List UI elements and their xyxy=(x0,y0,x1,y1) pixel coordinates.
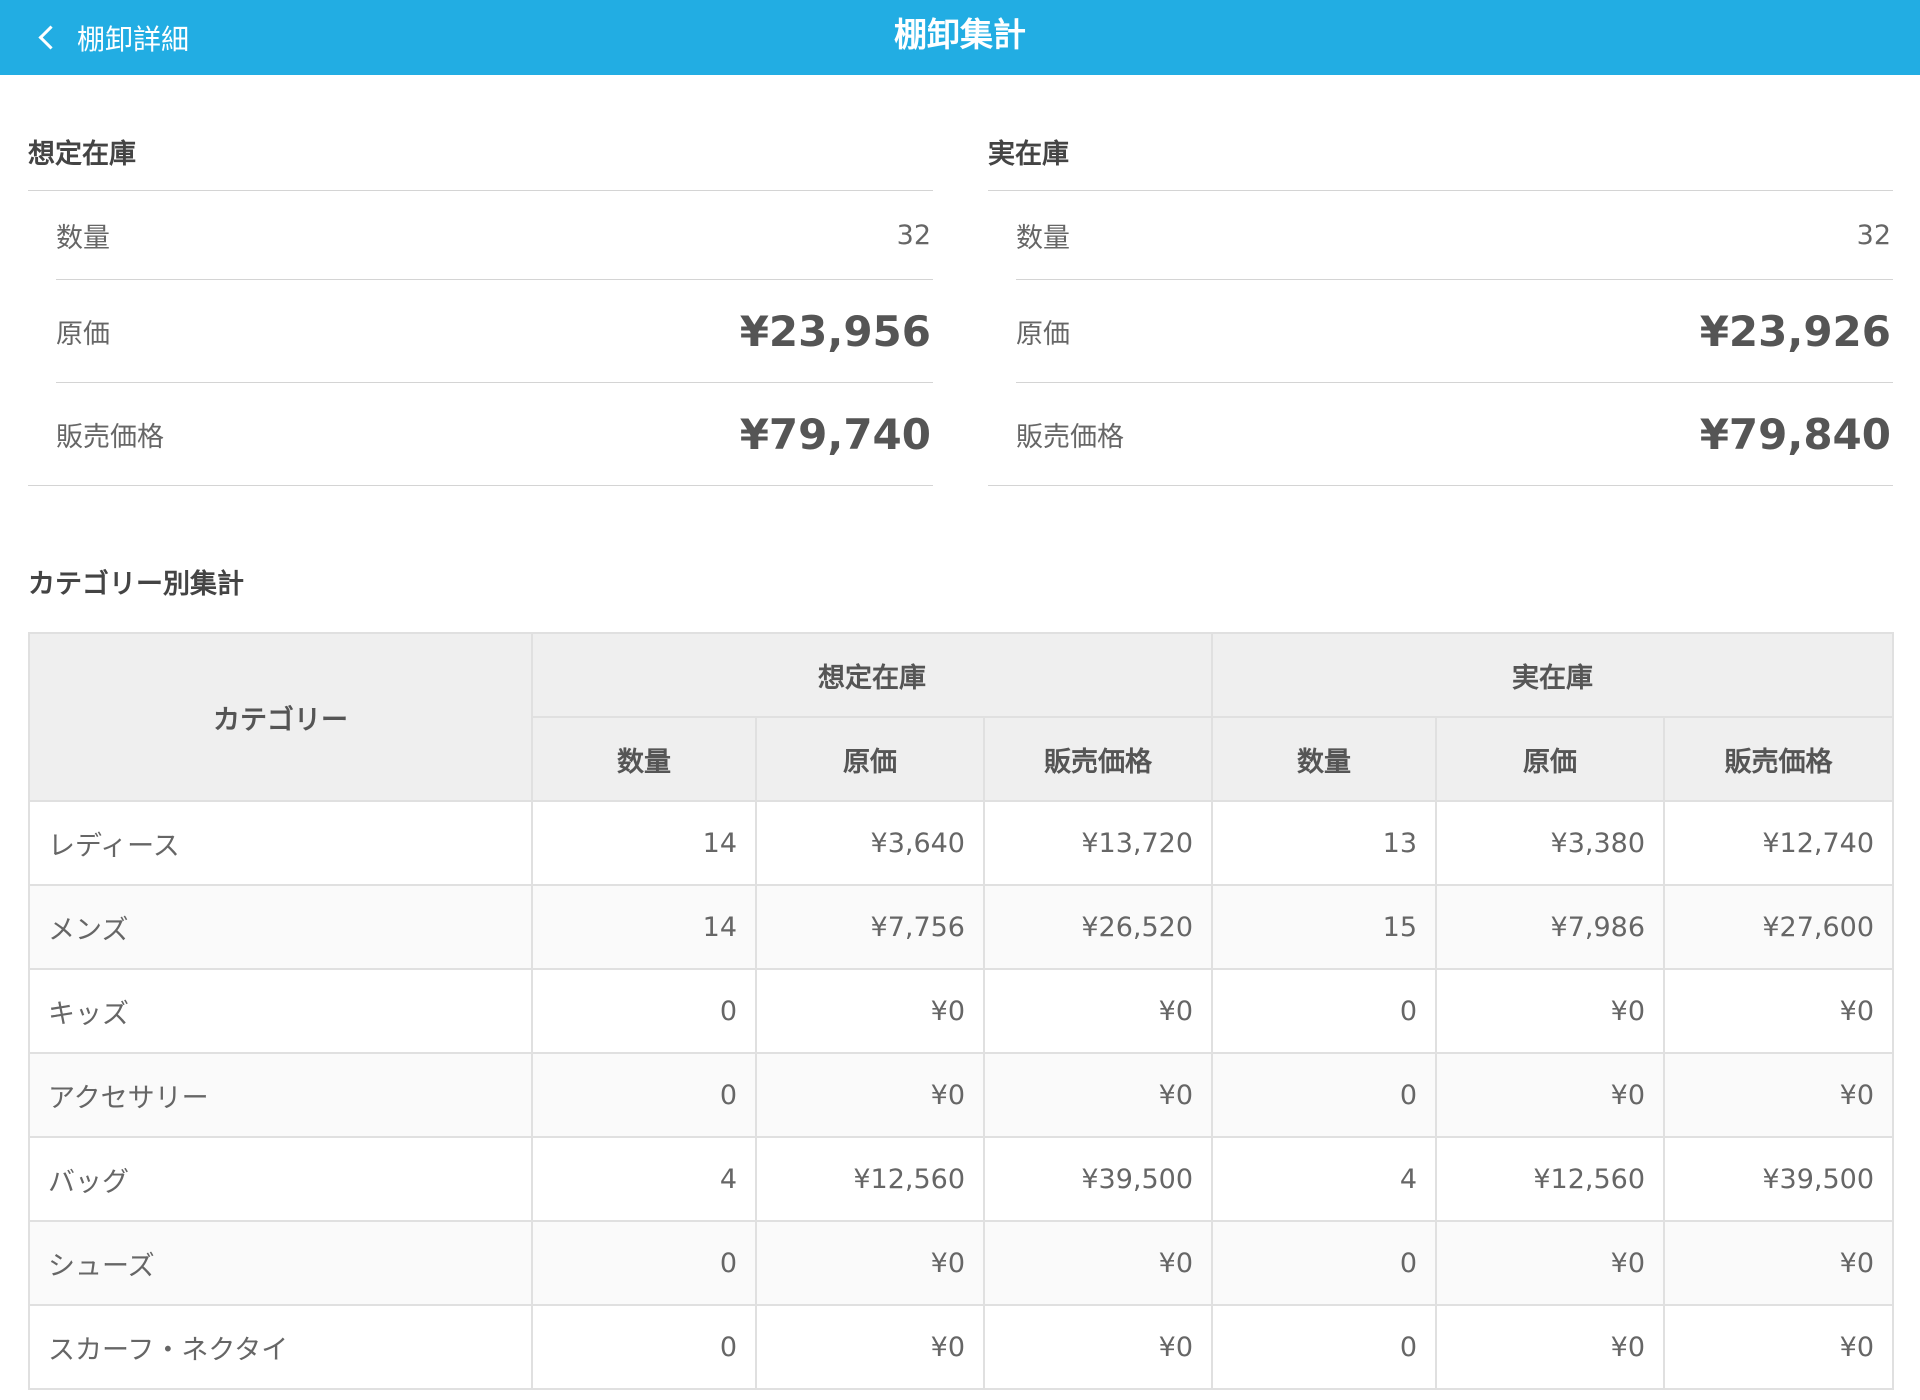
expected-cost-cell: ¥0 xyxy=(755,1220,985,1306)
category-name: レディース xyxy=(28,800,533,886)
actual-price-value: ¥79,840 xyxy=(1699,409,1891,459)
category-summary-table: カテゴリー 想定在庫 実在庫 数量 原価 販売価格 数量 原価 販売価格 レディ… xyxy=(28,632,1895,1390)
table-row: スカーフ・ネクタイ 0 ¥0 ¥0 0 ¥0 ¥0 xyxy=(28,1304,1895,1390)
header-actual-cost: 原価 xyxy=(1435,716,1666,802)
expected-cost-cell: ¥0 xyxy=(755,968,985,1054)
table-row: バッグ 4 ¥12,560 ¥39,500 4 ¥12,560 ¥39,500 xyxy=(28,1136,1895,1222)
expected-qty-cell: 14 xyxy=(531,884,757,970)
actual-price-cell: ¥12,740 xyxy=(1663,800,1895,886)
actual-price-cell: ¥0 xyxy=(1663,1052,1895,1138)
actual-qty-cell: 13 xyxy=(1211,800,1438,886)
expected-price-cell: ¥39,500 xyxy=(982,1136,1214,1222)
header-actual-qty: 数量 xyxy=(1211,716,1438,802)
actual-cost-label: 原価 xyxy=(1016,318,1070,350)
expected-price-row: 販売価格 ¥79,740 xyxy=(28,383,933,486)
expected-price-cell: ¥0 xyxy=(982,1052,1214,1138)
expected-qty-cell: 0 xyxy=(531,968,757,1054)
actual-qty-cell: 0 xyxy=(1211,968,1438,1054)
expected-price-value: ¥79,740 xyxy=(739,409,931,459)
header-actual-group: 実在庫 xyxy=(1211,632,1895,718)
actual-cost-value: ¥23,926 xyxy=(1699,306,1891,356)
actual-cost-cell: ¥7,986 xyxy=(1435,884,1666,970)
expected-qty-cell: 0 xyxy=(531,1304,757,1390)
category-name: シューズ xyxy=(28,1220,533,1306)
expected-qty-value: 32 xyxy=(896,219,931,251)
actual-qty-cell: 0 xyxy=(1211,1304,1438,1390)
actual-qty-cell: 15 xyxy=(1211,884,1438,970)
category-name: スカーフ・ネクタイ xyxy=(28,1304,533,1390)
expected-qty-row: 数量 32 xyxy=(56,191,933,280)
actual-price-cell: ¥0 xyxy=(1663,968,1895,1054)
expected-cost-cell: ¥3,640 xyxy=(755,800,985,886)
expected-cost-row: 原価 ¥23,956 xyxy=(56,280,933,383)
header-expected-qty: 数量 xyxy=(531,716,757,802)
actual-inventory-panel: 実在庫 数量 32 原価 ¥23,926 販売価格 ¥79,840 xyxy=(988,130,1893,486)
expected-price-cell: ¥0 xyxy=(982,1304,1214,1390)
actual-qty-value: 32 xyxy=(1856,219,1891,251)
actual-cost-cell: ¥0 xyxy=(1435,1052,1666,1138)
navigation-bar: 棚卸詳細 棚卸集計 xyxy=(0,0,1920,75)
actual-price-cell: ¥27,600 xyxy=(1663,884,1895,970)
header-expected-cost: 原価 xyxy=(755,716,985,802)
table-row: メンズ 14 ¥7,756 ¥26,520 15 ¥7,986 ¥27,600 xyxy=(28,884,1895,970)
category-summary-title: カテゴリー別集計 xyxy=(28,569,244,600)
actual-qty-cell: 0 xyxy=(1211,1052,1438,1138)
expected-qty-cell: 0 xyxy=(531,1220,757,1306)
actual-price-cell: ¥0 xyxy=(1663,1220,1895,1306)
actual-cost-cell: ¥0 xyxy=(1435,1304,1666,1390)
expected-price-cell: ¥0 xyxy=(982,1220,1214,1306)
header-expected-group: 想定在庫 xyxy=(530,632,1214,718)
header-expected-price: 販売価格 xyxy=(982,716,1214,802)
actual-price-label: 販売価格 xyxy=(1016,421,1124,453)
actual-price-row: 販売価格 ¥79,840 xyxy=(988,383,1893,486)
expected-inventory-title: 想定在庫 xyxy=(28,130,933,191)
expected-price-label: 販売価格 xyxy=(56,421,164,453)
actual-cost-row: 原価 ¥23,926 xyxy=(1016,280,1893,383)
expected-qty-cell: 4 xyxy=(531,1136,757,1222)
expected-inventory-panel: 想定在庫 数量 32 原価 ¥23,956 販売価格 ¥79,740 xyxy=(28,130,933,486)
actual-qty-row: 数量 32 xyxy=(1016,191,1893,280)
header-category: カテゴリー xyxy=(28,632,533,802)
expected-price-cell: ¥13,720 xyxy=(982,800,1214,886)
actual-price-cell: ¥39,500 xyxy=(1663,1136,1895,1222)
expected-cost-cell: ¥0 xyxy=(755,1304,985,1390)
expected-qty-cell: 14 xyxy=(531,800,757,886)
actual-qty-cell: 0 xyxy=(1211,1220,1438,1306)
actual-cost-cell: ¥3,380 xyxy=(1435,800,1666,886)
category-name: メンズ xyxy=(28,884,533,970)
expected-qty-label: 数量 xyxy=(56,222,110,254)
actual-price-cell: ¥0 xyxy=(1663,1304,1895,1390)
actual-inventory-title: 実在庫 xyxy=(988,130,1893,191)
table-row: シューズ 0 ¥0 ¥0 0 ¥0 ¥0 xyxy=(28,1220,1895,1306)
category-name: キッズ xyxy=(28,968,533,1054)
expected-cost-cell: ¥7,756 xyxy=(755,884,985,970)
expected-cost-value: ¥23,956 xyxy=(739,306,931,356)
expected-price-cell: ¥0 xyxy=(982,968,1214,1054)
category-name: バッグ xyxy=(28,1136,533,1222)
table-row: キッズ 0 ¥0 ¥0 0 ¥0 ¥0 xyxy=(28,968,1895,1054)
expected-cost-label: 原価 xyxy=(56,318,110,350)
expected-qty-cell: 0 xyxy=(531,1052,757,1138)
header-actual-price: 販売価格 xyxy=(1663,716,1895,802)
actual-cost-cell: ¥0 xyxy=(1435,1220,1666,1306)
table-row: アクセサリー 0 ¥0 ¥0 0 ¥0 ¥0 xyxy=(28,1052,1895,1138)
expected-cost-cell: ¥0 xyxy=(755,1052,985,1138)
actual-cost-cell: ¥12,560 xyxy=(1435,1136,1666,1222)
expected-price-cell: ¥26,520 xyxy=(982,884,1214,970)
page-title: 棚卸集計 xyxy=(894,15,1026,54)
actual-qty-label: 数量 xyxy=(1016,222,1070,254)
actual-qty-cell: 4 xyxy=(1211,1136,1438,1222)
table-row: レディース 14 ¥3,640 ¥13,720 13 ¥3,380 ¥12,74… xyxy=(28,800,1895,886)
expected-cost-cell: ¥12,560 xyxy=(755,1136,985,1222)
actual-cost-cell: ¥0 xyxy=(1435,968,1666,1054)
category-name: アクセサリー xyxy=(28,1052,533,1138)
